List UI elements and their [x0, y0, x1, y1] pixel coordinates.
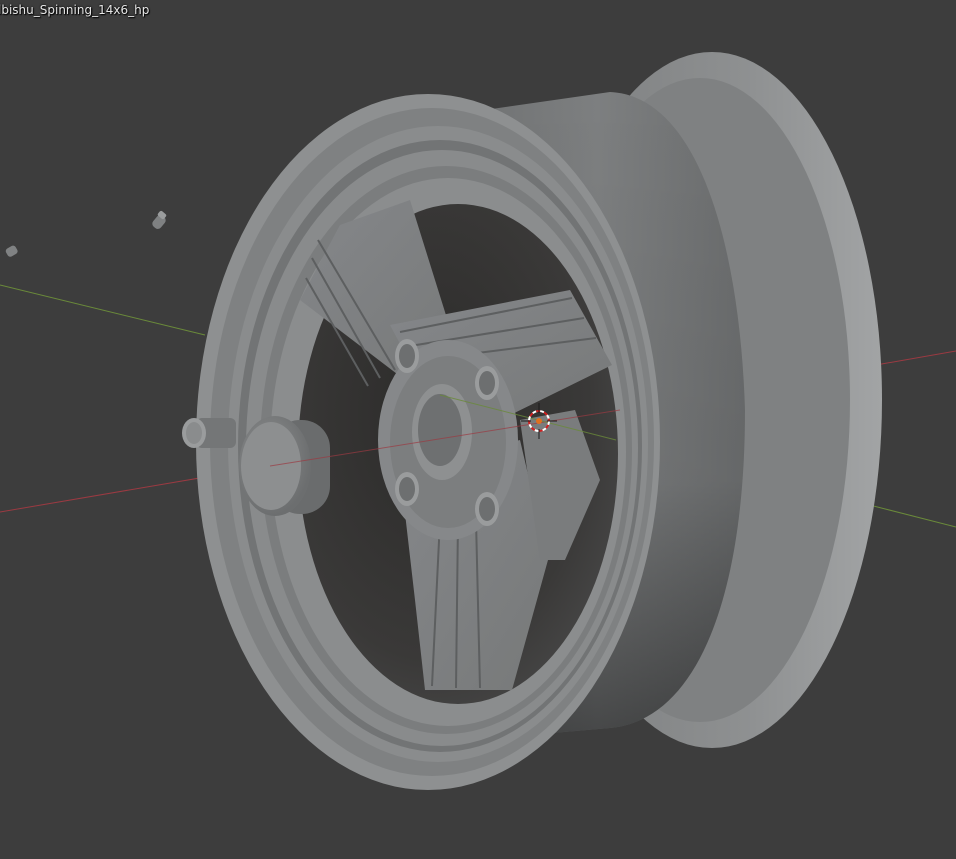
active-object-name: lbishu_Spinning_14x6_hp — [0, 3, 150, 17]
x-axis-line — [875, 350, 956, 366]
loose-bolt[interactable] — [151, 210, 168, 230]
y-axis-line — [0, 284, 206, 336]
center-cap — [239, 416, 330, 516]
wheel-mesh[interactable] — [182, 52, 882, 790]
3d-viewport[interactable]: lbishu_Spinning_14x6_hp — [0, 0, 956, 859]
viewport-scene[interactable] — [0, 0, 956, 859]
valve-stem — [182, 418, 236, 448]
loose-bolt[interactable] — [5, 245, 19, 258]
